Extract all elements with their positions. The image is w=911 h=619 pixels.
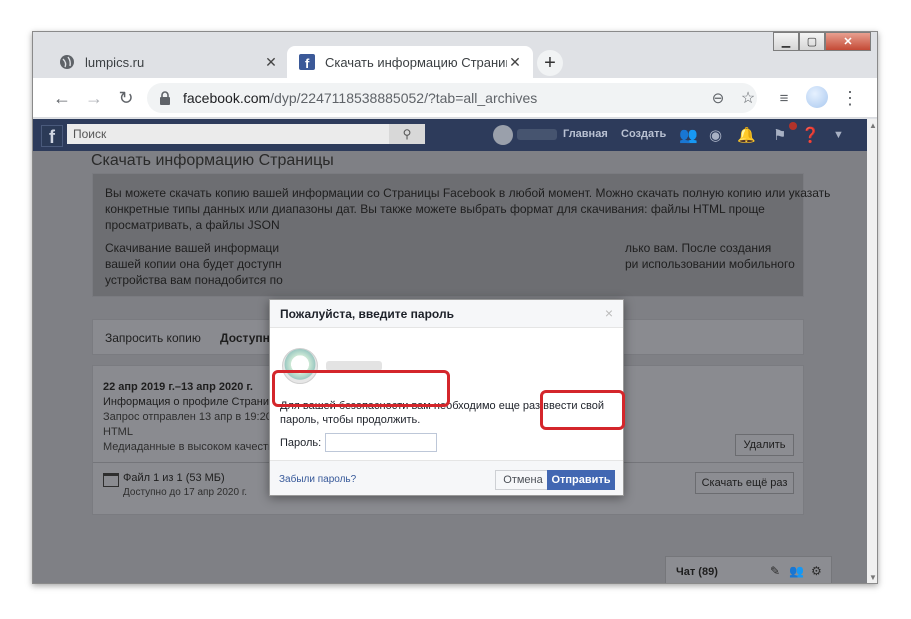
close-window-button[interactable]: ✕: [825, 32, 871, 51]
info-text-line-right: лько вам. После создания: [625, 241, 772, 255]
password-input[interactable]: [325, 433, 437, 452]
notification-dot: [789, 122, 797, 130]
download-again-button[interactable]: Скачать ещё раз: [695, 472, 794, 494]
messenger-icon[interactable]: ◉: [709, 126, 722, 144]
page-content: f Поиск ⚲ Главная Создать 👥 ◉ 🔔 ⚑ ❓ ▼ Ск…: [33, 119, 867, 583]
close-icon[interactable]: ×: [605, 305, 613, 321]
dialog-title: Пожалуйста, введите пароль: [280, 307, 454, 321]
archive-file: Файл 1 из 1 (53 МБ): [123, 472, 225, 484]
archive-info: Информация о профиле Страни: [103, 396, 269, 408]
submit-button[interactable]: Отправить: [547, 470, 615, 490]
tab-title: lumpics.ru: [85, 54, 145, 70]
scroll-up-icon[interactable]: ▲: [869, 121, 877, 130]
password-label: Пароль:: [280, 437, 322, 449]
fb-user-name-blurred[interactable]: [517, 129, 557, 140]
address-bar[interactable]: facebook.com/dyp/2247118538885052/?tab=a…: [147, 83, 757, 113]
info-text-line: Скачивание вашей информаци: [105, 241, 280, 255]
notifications-bell-icon[interactable]: 🔔: [737, 126, 756, 144]
help-icon[interactable]: ❓: [801, 126, 820, 144]
tab-available-copies[interactable]: Доступн: [220, 331, 270, 345]
svg-text:f: f: [305, 56, 310, 70]
dialog-message-line: пароль, чтобы продолжить.: [280, 414, 421, 426]
page-scrollbar[interactable]: ▲ ▼: [867, 119, 877, 583]
new-tab-button[interactable]: +: [537, 50, 563, 76]
archive-requested: Запрос отправлен 13 апр в 19:20: [103, 411, 272, 423]
info-text-line: конкретные типы данных или диапазоны дат…: [105, 202, 765, 216]
fb-nav-create[interactable]: Создать: [621, 128, 666, 140]
chat-label: Чат (89): [676, 566, 718, 578]
url-text: facebook.com/dyp/2247118538885052/?tab=a…: [183, 90, 537, 106]
tab-lumpics[interactable]: lumpics.ru ✕: [47, 46, 289, 78]
archive-dates: 22 апр 2019 г.–13 апр 2020 г.: [103, 381, 253, 393]
zoom-icon[interactable]: ⊖: [707, 87, 729, 109]
compose-icon[interactable]: ✎: [770, 564, 780, 578]
cancel-button[interactable]: Отмена: [495, 470, 551, 490]
menu-dots-icon[interactable]: ⋮: [839, 87, 861, 109]
tab-facebook[interactable]: f Скачать информацию Страницы ✕: [287, 46, 533, 78]
info-text-line: Вы можете скачать копию вашей информации…: [105, 186, 831, 200]
profile-avatar[interactable]: [806, 86, 828, 108]
highlight-password-field: [272, 370, 450, 407]
dialog-footer: Забыли пароль? Отмена Отправить: [270, 460, 623, 495]
pages-icon[interactable]: ⚑: [773, 126, 786, 144]
url-host: facebook.com: [183, 90, 271, 106]
fb-search-input[interactable]: Поиск: [67, 124, 425, 144]
fb-nav-home[interactable]: Главная: [563, 128, 608, 140]
highlight-submit-button: [540, 390, 625, 430]
archive-media: Медиаданные в высоком качестве: [103, 441, 280, 453]
search-icon[interactable]: ⚲: [389, 124, 425, 144]
maximize-button[interactable]: ▢: [799, 32, 825, 51]
info-text-line: устройства вам понадобится по: [105, 273, 283, 287]
chat-bar[interactable]: Чат (89) ✎ 👥 ⚙: [665, 556, 832, 583]
media-queue-icon[interactable]: ≡: [773, 87, 795, 109]
account-dropdown-icon[interactable]: ▼: [833, 129, 844, 141]
url-path: /dyp/2247118538885052/?tab=all_archives: [270, 90, 538, 106]
file-download-icon: [103, 473, 119, 487]
window-controls: ▁ ▢ ✕: [773, 32, 871, 52]
info-text-line: просматривать, а файлы JSON: [105, 218, 280, 232]
info-text-line: вашей копии она будет доступн: [105, 257, 282, 271]
forgot-password-link[interactable]: Забыли пароль?: [279, 474, 356, 485]
settings-gear-icon[interactable]: ⚙: [811, 564, 822, 578]
browser-window: ▁ ▢ ✕ lumpics.ru ✕ f Скачать информацию …: [32, 31, 878, 584]
info-text-line-right: ри использовании мобильного: [625, 257, 795, 271]
page-title: Скачать информацию Страницы: [91, 152, 334, 169]
friends-icon[interactable]: 👥: [679, 126, 698, 144]
lock-icon: [160, 91, 170, 105]
group-icon[interactable]: 👥: [789, 564, 804, 578]
delete-button[interactable]: Удалить: [735, 434, 794, 456]
bookmark-star-icon[interactable]: ☆: [737, 87, 759, 109]
tab-close-icon[interactable]: ✕: [507, 54, 523, 71]
browser-toolbar: ← → ↻ facebook.com/dyp/2247118538885052/…: [33, 78, 877, 118]
dialog-header: Пожалуйста, введите пароль ×: [270, 300, 623, 328]
fb-user-avatar[interactable]: [493, 125, 513, 145]
scroll-down-icon[interactable]: ▼: [869, 573, 877, 582]
back-icon[interactable]: ←: [51, 87, 73, 109]
archive-format: HTML: [103, 426, 133, 438]
tab-title: Скачать информацию Страницы: [325, 54, 507, 70]
reload-icon[interactable]: ↻: [115, 87, 137, 109]
facebook-top-bar: f Поиск ⚲ Главная Создать 👥 ◉ 🔔 ⚑ ❓ ▼: [33, 119, 867, 151]
facebook-logo-icon[interactable]: f: [41, 125, 63, 147]
tab-close-icon[interactable]: ✕: [263, 54, 279, 71]
tab-request-copy[interactable]: Запросить копию: [105, 331, 201, 345]
forward-icon[interactable]: →: [83, 87, 105, 109]
facebook-icon: f: [299, 54, 315, 70]
minimize-button[interactable]: ▁: [773, 32, 799, 51]
archive-available-until: Доступно до 17 апр 2020 г.: [123, 487, 248, 498]
globe-icon: [60, 55, 74, 69]
